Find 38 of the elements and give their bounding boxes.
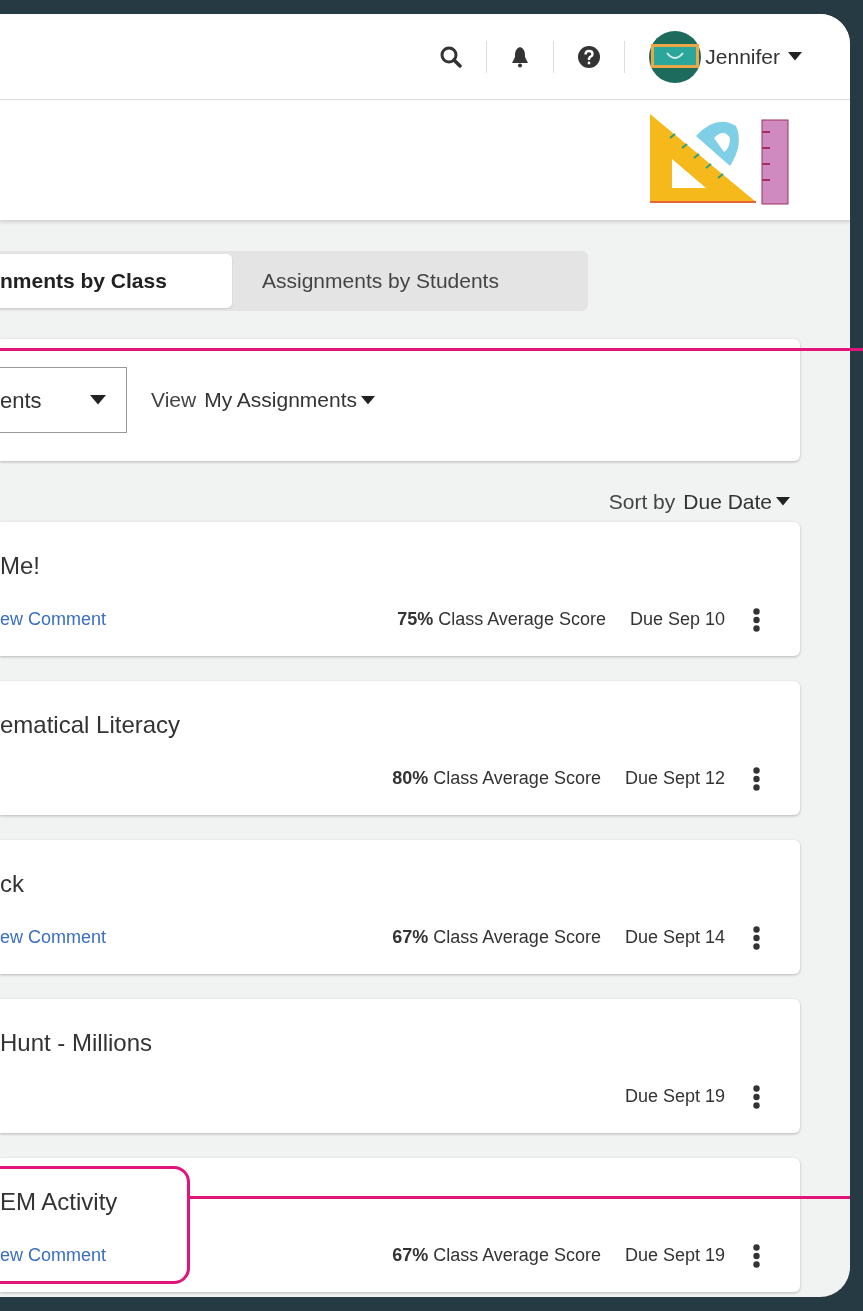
more-options-icon[interactable] xyxy=(753,1244,760,1269)
sort-label: Sort by xyxy=(608,489,676,515)
due-date: Due Sept 19 xyxy=(624,1085,725,1109)
class-average-score: 67% Class Average Score xyxy=(392,926,601,950)
new-comment-link[interactable]: ew Comment xyxy=(0,606,107,634)
filter-select[interactable]: ents xyxy=(0,367,127,433)
bell-icon[interactable] xyxy=(511,45,530,68)
more-options-icon[interactable] xyxy=(753,608,760,633)
caret-icon xyxy=(90,395,106,405)
due-date: Due Sept 12 xyxy=(624,767,725,791)
more-options-icon[interactable] xyxy=(753,926,760,951)
class-average-score: 80% Class Average Score xyxy=(392,767,601,791)
help-icon[interactable] xyxy=(578,45,601,68)
assignment-title[interactable]: EM Activity xyxy=(0,1184,764,1221)
class-average-score: 67% Class Average Score xyxy=(392,1244,601,1268)
chalkboard-avatar-icon[interactable] xyxy=(649,30,702,83)
caret-icon xyxy=(788,52,802,61)
tab[interactable]: nments by Class xyxy=(0,254,232,308)
caret-icon xyxy=(361,395,376,405)
user-menu-button[interactable]: Jennifer xyxy=(705,40,802,73)
more-options-icon[interactable] xyxy=(753,1085,760,1110)
assignment-title[interactable]: ematical Literacy xyxy=(0,707,764,744)
assignment-title[interactable]: Hunt - Millions xyxy=(0,1025,764,1062)
due-date: Due Sept 14 xyxy=(624,926,725,950)
search-icon[interactable] xyxy=(440,45,463,68)
class-average-score: 75% Class Average Score xyxy=(397,608,606,632)
new-comment-link[interactable]: ew Comment xyxy=(0,924,107,952)
new-comment-link[interactable]: ew Comment xyxy=(0,1242,107,1270)
caret-icon xyxy=(776,497,790,506)
tab[interactable]: Assignments by Students xyxy=(232,254,531,308)
due-date: Due Sept 19 xyxy=(624,1244,725,1268)
due-date: Due Sep 10 xyxy=(629,608,725,632)
sort-dropdown[interactable]: Due Date xyxy=(683,489,790,515)
view-dropdown[interactable]: My Assignments xyxy=(204,384,376,416)
more-options-icon[interactable] xyxy=(753,767,760,792)
assignment-title[interactable]: Me! xyxy=(0,548,764,585)
assignment-title[interactable]: ck xyxy=(0,866,764,903)
view-label: View xyxy=(151,387,197,414)
